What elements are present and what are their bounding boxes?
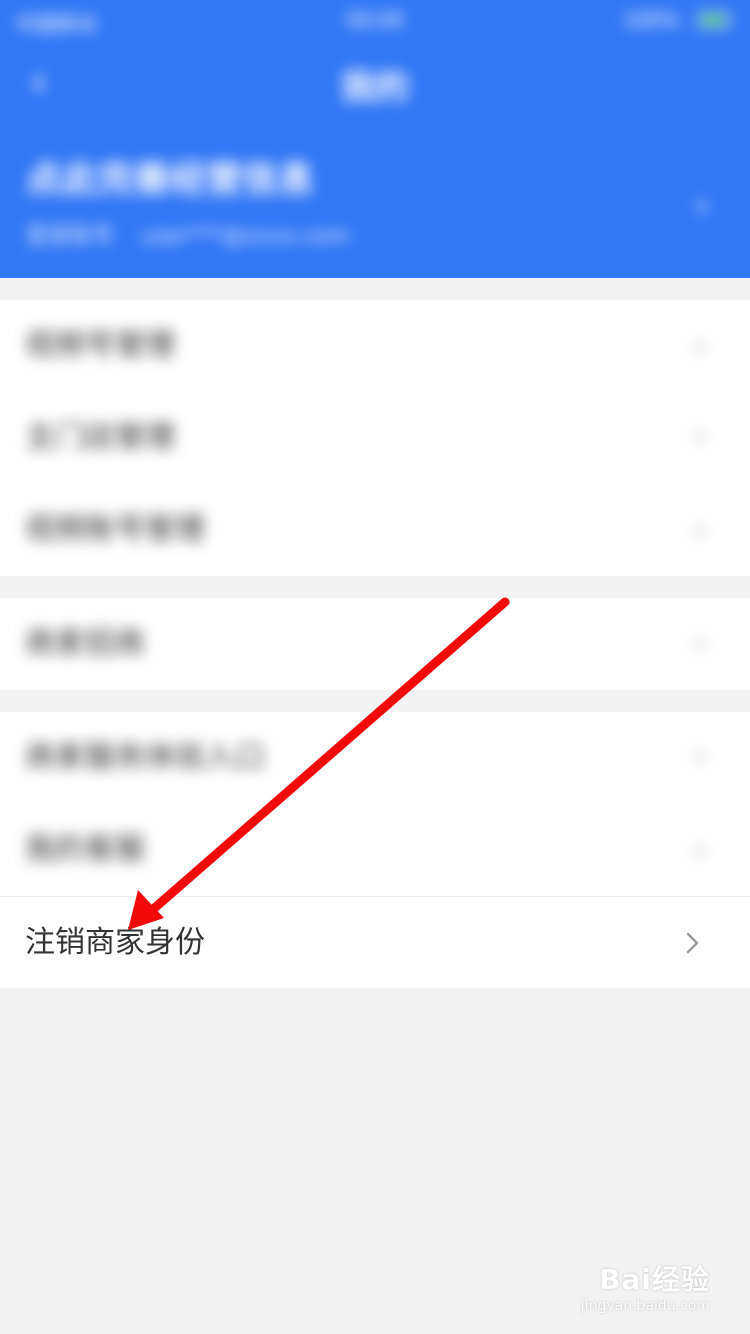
list-item-store-manage[interactable]: 主门店管理 › [0,392,750,484]
list-item-customer-service[interactable]: 我的客服 › [0,804,750,896]
list-item-label: 商家服务体验入口 [25,740,265,775]
list-item-label: 注销商家身份 [25,925,205,960]
chevron-right-icon: › [694,740,706,775]
list-item-video-manage[interactable]: 视频号管理 › [0,300,750,392]
chevron-right-icon: › [694,832,706,867]
settings-group-3: 商家服务体验入口 › 我的客服 › 注销商家身份 [0,712,750,988]
chevron-right-icon: › [694,512,706,547]
group-1-blur-layer: 视频号管理 › 主门店管理 › 视频账号管理 › [0,300,750,576]
baidu-jingyan-watermark: Bai经验 jingyan.baidu.com [560,1258,710,1318]
battery-icon [698,12,730,28]
header-blur-layer: 中国移动 00:00 100% ‹ 我的 点此完善经营信息 登录账号 user*… [0,0,750,278]
list-item-label: 商家招商 [25,626,145,661]
chevron-right-icon [686,932,699,954]
chevron-right-icon: › [694,328,706,363]
status-bar: 中国移动 00:00 100% [0,0,750,40]
list-item-service-entry[interactable]: 商家服务体验入口 › [0,712,750,804]
settings-group-1: 视频号管理 › 主门店管理 › 视频账号管理 › [0,300,750,576]
chevron-right-icon: › [694,420,706,455]
list-item-label: 视频号管理 [25,328,175,363]
page-title: 我的 [341,68,409,108]
watermark-sub: jingyan.baidu.com [580,1298,710,1314]
account-info: 登录账号 user***@xxxx.com [26,218,370,250]
group-2-blur-layer: 商家招商 › [0,598,750,690]
profile-header: 中国移动 00:00 100% ‹ 我的 点此完善经营信息 登录账号 user*… [0,0,750,278]
list-item-cancel-merchant-identity[interactable]: 注销商家身份 [0,896,750,988]
account-value: user***@xxxx.com [141,224,351,249]
battery-text: 100% [622,8,680,32]
list-item-label: 主门店管理 [25,420,175,455]
list-item-label: 视频账号管理 [25,512,205,547]
list-item-label: 我的客服 [25,832,145,867]
group-3-blur-layer: 商家服务体验入口 › 我的客服 › [0,712,750,896]
watermark-main: Bai经验 [599,1263,710,1296]
account-label: 登录账号 [26,224,115,249]
shop-name[interactable]: 点此完善经营信息 [26,150,314,202]
list-item-merchant-recruit[interactable]: 商家招商 › [0,598,750,690]
chevron-right-icon: › [694,626,706,661]
chevron-right-icon[interactable]: › [694,182,710,228]
list-item-video-account-manage[interactable]: 视频账号管理 › [0,484,750,576]
settings-group-2: 商家招商 › [0,598,750,690]
